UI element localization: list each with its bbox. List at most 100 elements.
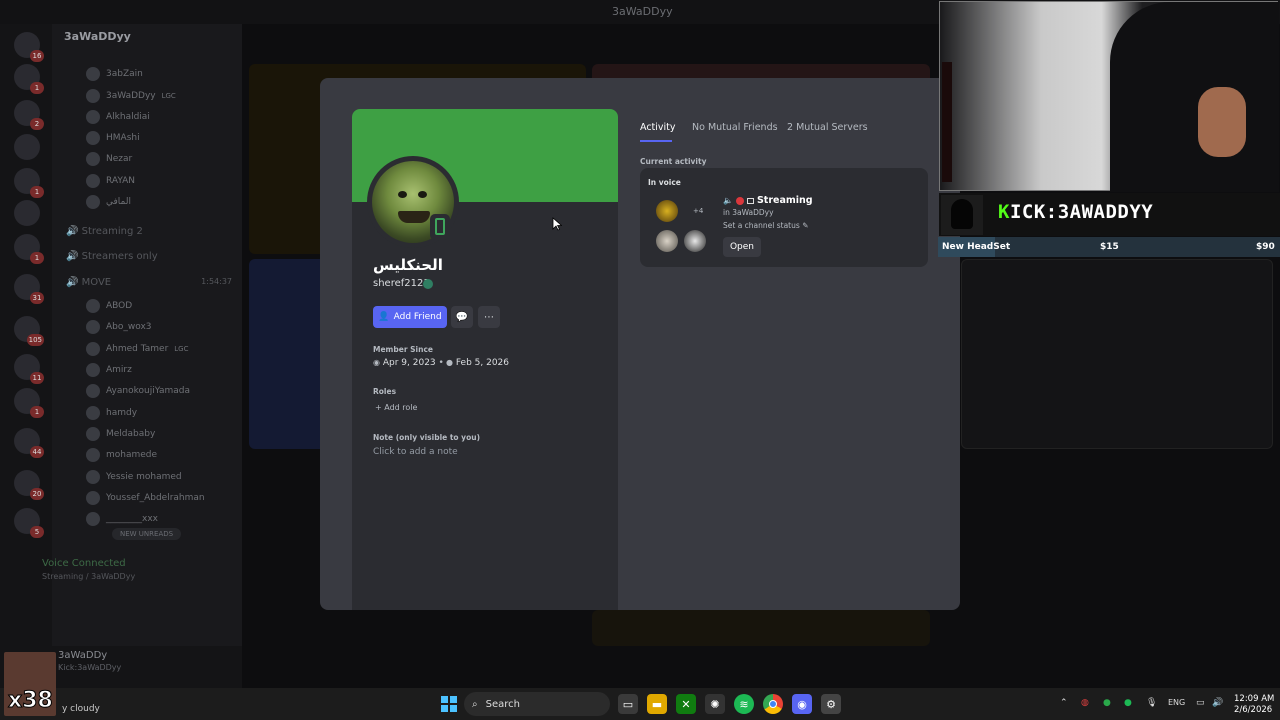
voice-channel[interactable]: 🔊 Streaming 2 <box>66 226 143 237</box>
spotify-tray-icon[interactable]: ● <box>1124 698 1132 708</box>
chrome-icon <box>769 700 777 708</box>
taskbar-search[interactable]: ⌕ Search <box>464 692 610 716</box>
avatar <box>86 67 100 81</box>
kick-channel-label: KICK:3AWADDYY <box>998 201 1154 223</box>
profile-username[interactable]: sheref2121 <box>373 278 430 289</box>
server-icon: ● <box>446 358 453 367</box>
list-item[interactable]: المافي <box>86 193 131 211</box>
avatar <box>86 89 100 103</box>
search-icon: ⌕ <box>472 698 478 710</box>
avatar <box>86 384 100 398</box>
list-item[interactable]: Youssef_Abdelrahman <box>86 489 205 507</box>
active-tab-indicator <box>640 140 672 142</box>
list-item[interactable]: Yessie mohamed <box>86 468 182 486</box>
message-button[interactable]: 💬 <box>451 306 473 328</box>
avatar <box>86 299 100 313</box>
new-unreads-pill[interactable]: NEW UNREADS <box>112 528 182 540</box>
voice-server-name: in 3aWaDDyy <box>723 208 774 217</box>
server-icon[interactable]: 105 <box>14 316 44 346</box>
clock-date[interactable]: 2/6/2026 <box>1234 705 1272 715</box>
channel-timer: 1:54:37 <box>201 277 232 286</box>
app-button[interactable]: ✺ <box>705 694 725 714</box>
discord-icon: ◉ <box>373 358 380 367</box>
spotify-button[interactable]: ≋ <box>734 694 754 714</box>
roles-label: Roles <box>373 387 397 396</box>
microphone-icon[interactable]: 🎙 <box>1146 698 1157 708</box>
gear-icon: ⚙ <box>826 697 836 711</box>
list-item[interactable]: Abo_wox3 <box>86 318 152 336</box>
goal-current: $15 <box>1100 242 1119 252</box>
list-item[interactable]: RAYAN <box>86 172 135 190</box>
task-view-button[interactable]: ▭ <box>618 694 638 714</box>
list-item[interactable]: ________xxx <box>86 510 158 528</box>
chevron-up-icon[interactable]: ⌃ <box>1060 698 1068 708</box>
in-voice-label: In voice <box>648 178 681 187</box>
server-icon[interactable]: 31 <box>14 274 44 304</box>
list-item[interactable]: 3aWaDDyy LGC <box>86 87 176 105</box>
server-icon[interactable]: 1 <box>14 64 44 94</box>
stream-tile[interactable] <box>592 610 930 646</box>
avatar <box>656 200 678 222</box>
voice-connected-channel[interactable]: Streaming / 3aWaDDyy <box>42 572 135 581</box>
list-item[interactable]: 3abZain <box>86 65 143 83</box>
tab-mutual-servers[interactable]: 2 Mutual Servers <box>787 122 868 133</box>
list-item[interactable]: Amirz <box>86 361 132 379</box>
plus-icon: + <box>375 403 382 412</box>
open-button[interactable]: Open <box>723 237 761 257</box>
server-icon[interactable]: 5 <box>14 508 44 538</box>
discord-button[interactable]: ◉ <box>792 694 812 714</box>
add-role-button[interactable]: + Add role <box>375 403 417 412</box>
clock-time[interactable]: 12:09 AM <box>1234 694 1274 704</box>
list-item[interactable]: Meldababy <box>86 425 155 443</box>
language-indicator[interactable]: ENG <box>1168 698 1185 707</box>
chrome-button[interactable] <box>763 694 783 714</box>
list-item[interactable]: Nezar <box>86 150 132 168</box>
server-icon[interactable]: 16 <box>14 32 44 62</box>
speaker-icon: 🔈 <box>723 196 733 205</box>
list-item[interactable]: HMAshi <box>86 129 140 147</box>
server-icon[interactable]: 1 <box>14 168 44 198</box>
server-name[interactable]: 3aWaDDyy <box>64 30 131 43</box>
avatar <box>684 230 706 252</box>
list-item[interactable]: Alkhaldiai <box>86 108 150 126</box>
voice-channel[interactable]: 🔊 MOVE 1:54:37 <box>66 277 232 288</box>
avatar <box>86 320 100 334</box>
server-icon[interactable]: 2 <box>14 100 44 130</box>
server-icon[interactable]: 1 <box>14 388 44 418</box>
server-icon[interactable]: 44 <box>14 428 44 458</box>
tray-app-icon[interactable]: ◍ <box>1081 698 1089 708</box>
server-icon[interactable]: 1 <box>14 234 44 264</box>
xbox-button[interactable]: ✕ <box>676 694 696 714</box>
settings-button[interactable]: ⚙ <box>821 694 841 714</box>
set-channel-status[interactable]: Set a channel status ✎ <box>723 221 808 230</box>
note-input[interactable]: Click to add a note <box>373 447 458 457</box>
volume-icon[interactable]: 🔊 <box>1212 698 1223 708</box>
list-item[interactable]: mohamede <box>86 446 157 464</box>
goal-name: New HeadSet <box>942 242 1011 252</box>
window-title: 3aWaDDyy <box>612 5 673 18</box>
tray-app-icon[interactable]: ● <box>1103 698 1111 708</box>
avatar <box>86 195 100 209</box>
list-item[interactable]: AyanokoujiYamada <box>86 382 190 400</box>
avatar <box>86 491 100 505</box>
add-friend-button[interactable]: 👤 Add Friend <box>373 306 447 328</box>
list-item[interactable]: ABOD <box>86 297 132 315</box>
avatar <box>86 174 100 188</box>
list-item[interactable]: hamdy <box>86 404 137 422</box>
stream-tile[interactable] <box>961 259 1273 449</box>
server-icon[interactable] <box>14 134 40 160</box>
list-item[interactable]: Ahmed Tamer LGC <box>86 340 189 358</box>
voice-channel[interactable]: 🔊 Streamers only <box>66 251 158 262</box>
server-icon[interactable]: 11 <box>14 354 44 384</box>
server-icon[interactable]: 20 <box>14 470 44 500</box>
network-icon[interactable]: ▭ <box>1196 698 1205 708</box>
tab-mutual-friends[interactable]: No Mutual Friends <box>692 122 778 133</box>
server-icon[interactable] <box>14 200 40 226</box>
multiplier-label: x38 <box>8 688 54 714</box>
more-options-button[interactable]: ⋯ <box>478 306 500 328</box>
tab-activity[interactable]: Activity <box>640 122 676 133</box>
weather-widget[interactable]: y cloudy <box>62 704 100 714</box>
file-explorer-button[interactable]: ▬ <box>647 694 667 714</box>
avatar <box>86 512 100 526</box>
start-button[interactable] <box>439 694 459 714</box>
